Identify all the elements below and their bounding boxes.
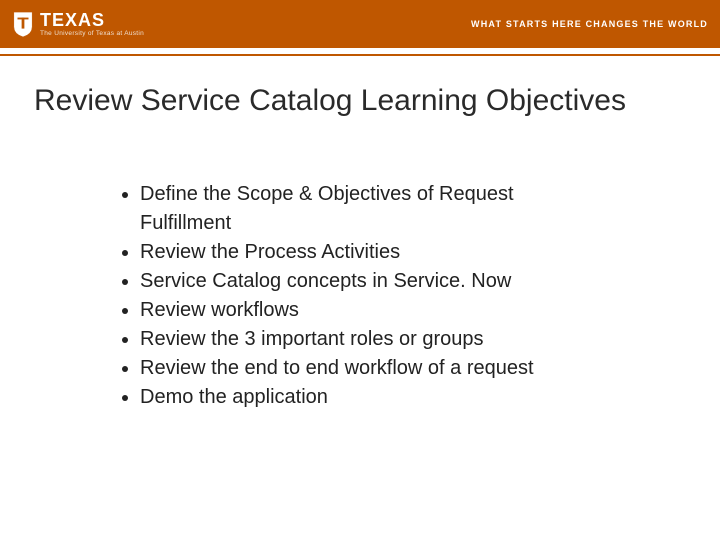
shield-icon [12, 10, 34, 38]
list-item: Demo the application [140, 383, 606, 412]
header-bar: TEXAS The University of Texas at Austin … [0, 0, 720, 48]
list-item: Define the Scope & Objectives of Request… [140, 180, 606, 238]
slide-content: Review Service Catalog Learning Objectiv… [0, 56, 720, 412]
brand-block: TEXAS The University of Texas at Austin [12, 10, 144, 38]
list-item: Service Catalog concepts in Service. Now [140, 267, 606, 296]
brand-main: TEXAS [40, 11, 144, 29]
brand-text: TEXAS The University of Texas at Austin [40, 11, 144, 38]
list-item: Review the 3 important roles or groups [140, 325, 606, 354]
list-item: Review workflows [140, 296, 606, 325]
list-item: Review the Process Activities [140, 238, 606, 267]
page-title: Review Service Catalog Learning Objectiv… [34, 84, 686, 118]
list-item: Review the end to end workflow of a requ… [140, 354, 606, 383]
tagline: WHAT STARTS HERE CHANGES THE WORLD [471, 19, 708, 29]
bullet-list: Define the Scope & Objectives of Request… [34, 180, 686, 412]
brand-sub: The University of Texas at Austin [40, 31, 144, 38]
